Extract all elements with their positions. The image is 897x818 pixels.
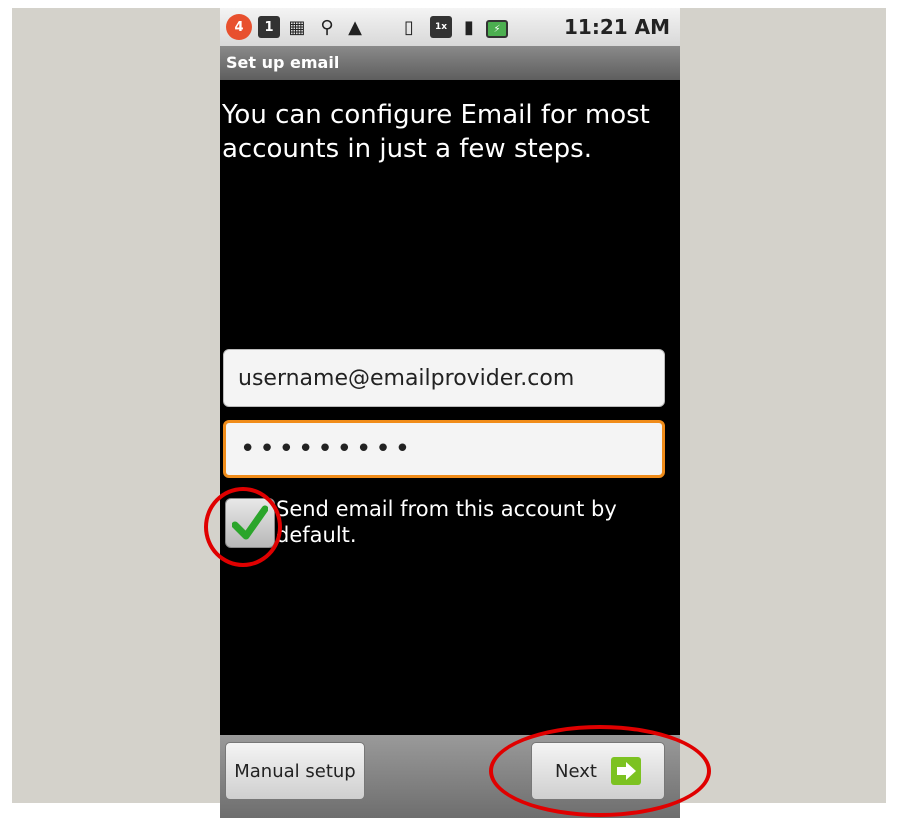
notification-badge-icon[interactable]: 4	[226, 14, 252, 40]
default-account-label: Send email from this account by default.	[276, 497, 617, 547]
email-field[interactable]: username@emailprovider.com	[223, 349, 665, 407]
vibrate-icon: ▯	[404, 16, 414, 38]
annotation-circle-checkbox	[204, 487, 282, 567]
sim-icon: 1	[258, 16, 280, 38]
intro-text: You can configure Email for most account…	[222, 100, 650, 164]
warning-icon: ▲	[348, 16, 362, 38]
manual-setup-button[interactable]: Manual setup	[225, 742, 365, 800]
phone-screen: 4 1 ▦ ⚲ ▲ ▯ 1x ▮ ⚡ 11:21 AM Set up email…	[220, 8, 680, 818]
annotation-circle-next	[489, 725, 711, 817]
calendar-icon: ▦	[288, 16, 306, 38]
page-title: Set up email	[220, 46, 680, 80]
signal-icon: ▮	[464, 16, 474, 38]
battery-charging-icon: ⚡	[486, 20, 508, 38]
usb-icon: ⚲	[320, 16, 334, 38]
status-time: 11:21 AM	[563, 15, 670, 39]
status-bar: 4 1 ▦ ⚲ ▲ ▯ 1x ▮ ⚡ 11:21 AM	[220, 8, 680, 46]
password-field[interactable]: •••••••••	[223, 420, 665, 478]
data-1x-icon: 1x	[430, 16, 452, 38]
